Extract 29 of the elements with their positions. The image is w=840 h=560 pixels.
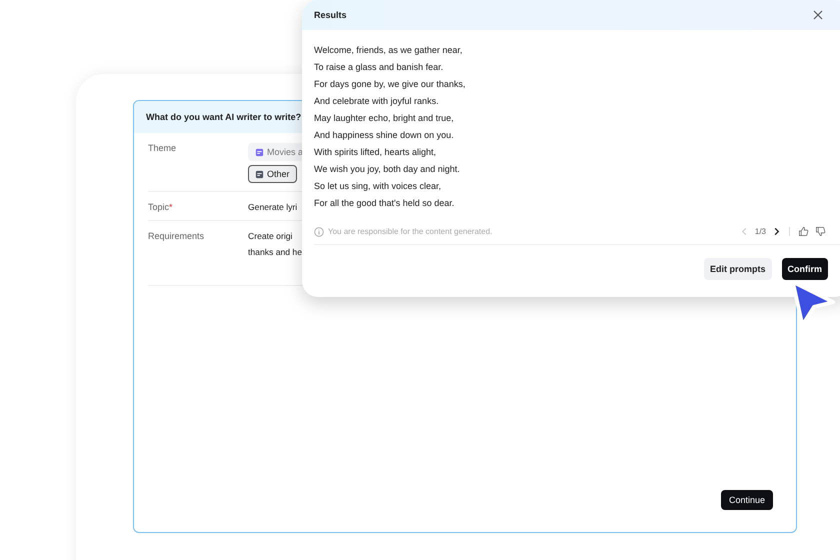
poem-line: We wish you joy, both day and night. (314, 163, 461, 176)
requirements-text: Create origi (248, 231, 294, 241)
continue-button[interactable]: Continue (720, 490, 773, 510)
page-counter: 1/3 (754, 227, 766, 236)
field-label: Topic* (148, 202, 174, 212)
field-label: Theme (148, 143, 178, 155)
requirements-text: thanks and he (248, 247, 302, 257)
poem-line: So let us sing, with voices clear, (314, 180, 442, 193)
poem-line: Welcome, friends, as we gather near, (314, 44, 464, 57)
edit-button[interactable]: Edit prompts (704, 258, 772, 280)
theme-icon (255, 148, 264, 156)
poem-line: May laughter echo, bright and true, (314, 112, 455, 125)
disclaimer-text: You are responsible for the content generated. (328, 227, 492, 236)
thumbs-down-icon[interactable] (815, 226, 826, 237)
poem-line: With spirits lifted, hearts alight, (314, 146, 438, 159)
field-label: Requirements (148, 231, 206, 243)
theme-icon (255, 170, 264, 178)
dialog-title: Results (314, 10, 347, 20)
close-icon[interactable] (813, 10, 823, 20)
required-mark: * (169, 202, 173, 212)
topic-value: Generate lyri (248, 202, 298, 212)
next-icon[interactable] (772, 227, 781, 236)
theme-chip[interactable]: Other (248, 165, 297, 183)
poem-line: For all the good that's held so dear. (314, 197, 456, 210)
confirm-button[interactable]: Confirm (782, 258, 828, 280)
thumbs-up-icon[interactable] (798, 226, 809, 237)
poem-line: For days gone by, we give our thanks, (314, 78, 466, 91)
poem-line: To raise a glass and banish fear. (314, 61, 444, 74)
info-icon (314, 226, 324, 236)
